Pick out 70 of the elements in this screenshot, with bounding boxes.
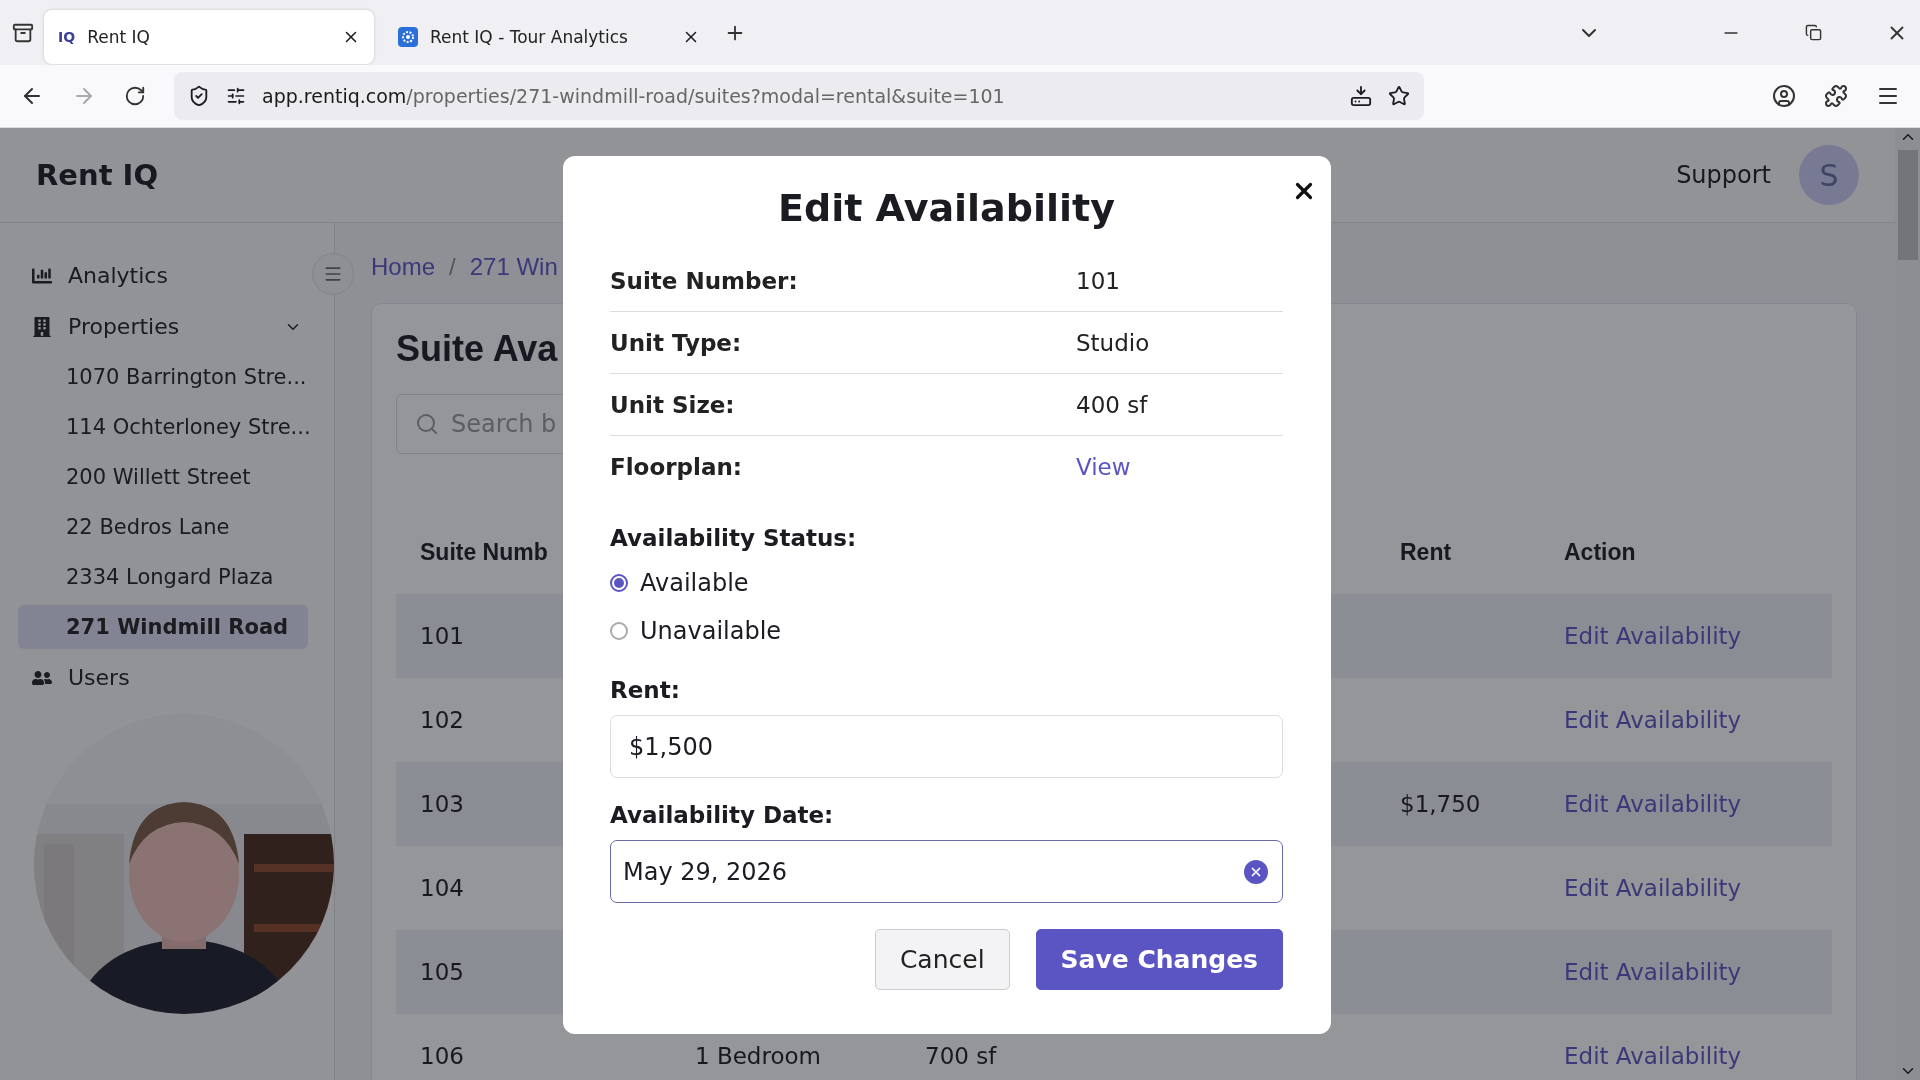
radio-option[interactable]: Available (610, 559, 1283, 607)
sidebar-item[interactable]: 22 Bedros Lane (18, 505, 308, 549)
column-header: Action (1564, 538, 1636, 566)
detail-label: Unit Type: (610, 329, 743, 356)
sidebar-item[interactable]: 114 Ochterloney Stre... (18, 405, 308, 449)
scrollbar-thumb[interactable] (1897, 150, 1918, 260)
detail-value: Studio (1076, 329, 1150, 356)
address-bar[interactable]: app.rentiq.com/properties/271-windmill-road/suites?modal=rental&suite=101 (174, 72, 1424, 120)
account-icon[interactable] (1772, 84, 1796, 108)
table-cell: 700 sf (925, 1043, 997, 1069)
restore-icon[interactable] (1805, 24, 1822, 41)
column-header: Rent (1400, 538, 1452, 566)
tab-favicon: IQ (58, 28, 76, 45)
view-link[interactable]: View (1076, 453, 1131, 480)
breadcrumb-link[interactable]: 271 Win (469, 253, 558, 281)
search-icon (415, 412, 439, 436)
cancel-button[interactable]: Cancel (874, 929, 1010, 990)
sidebar-item[interactable]: 200 Willett Street (18, 455, 308, 499)
table-cell: 101 (420, 623, 464, 649)
sidebar-item[interactable]: 271 Windmill Road (18, 605, 308, 649)
shield-icon[interactable] (188, 85, 210, 107)
detail-value: 101 (1076, 267, 1120, 294)
edit-link[interactable]: Edit Availability (1564, 791, 1742, 817)
save-button[interactable]: Save Changes (1035, 929, 1283, 990)
rent-input[interactable]: $1,500 (610, 715, 1283, 778)
sidebar-item[interactable]: 2334 Longard Plaza (18, 555, 308, 599)
table-cell: 105 (420, 959, 464, 985)
field-label: Availability Date: (610, 802, 835, 828)
browser-tab[interactable]: Rent IQ - Tour Analytics (384, 9, 714, 64)
edit-link[interactable]: Edit Availability (1564, 875, 1742, 901)
download-icon[interactable] (1350, 85, 1372, 107)
table-cell: 1 Bedroom (695, 1043, 821, 1069)
brand-name: Rent IQ (36, 158, 159, 192)
radio-option[interactable]: Unavailable (610, 607, 1283, 655)
url-text: app.rentiq.com/properties/271-windmill-road/suites?modal=rental&suite=101 (262, 85, 1006, 107)
browser-tab[interactable]: IQ Rent IQ (44, 9, 374, 64)
extensions-icon[interactable] (1824, 84, 1848, 108)
detail-label: Floorplan: (610, 453, 743, 480)
edit-link[interactable]: Edit Availability (1564, 1043, 1742, 1069)
sidebar-item[interactable]: Properties (18, 304, 316, 349)
edit-link[interactable]: Edit Availability (1564, 623, 1742, 649)
detail-label: Suite Number: (610, 267, 799, 294)
edit-link[interactable]: Edit Availability (1564, 959, 1742, 985)
star-icon[interactable] (1388, 85, 1410, 107)
breadcrumb-link[interactable]: Home (371, 253, 436, 281)
field-label: Rent: (610, 677, 681, 703)
table-cell: 103 (420, 791, 464, 817)
edit-link[interactable]: Edit Availability (1564, 707, 1742, 733)
sliders-icon[interactable] (226, 86, 246, 106)
building-icon (32, 316, 52, 337)
radio-button[interactable] (610, 622, 628, 640)
modal-title: Edit Availability (778, 186, 1115, 230)
table-cell: 104 (420, 875, 464, 901)
reload-icon[interactable] (124, 85, 146, 107)
table-cell: 106 (420, 1043, 464, 1069)
sidebar-item[interactable]: Analytics (18, 253, 316, 298)
table-cell: 102 (420, 707, 464, 733)
clear-icon[interactable] (1244, 859, 1268, 884)
support-link[interactable]: Support (1676, 161, 1771, 189)
radio-button[interactable] (610, 574, 628, 592)
table-cell: $1,750 (1400, 791, 1481, 817)
detail-label: Unit Size: (610, 391, 736, 418)
sidebar-item[interactable]: Users (18, 655, 316, 700)
date-input[interactable]: May 29, 2026 (610, 840, 1283, 903)
field-label: Availability Status: (610, 525, 858, 551)
breadcrumb-separator: / (449, 253, 456, 281)
sidebar-item[interactable]: 1070 Barrington Stre... (18, 355, 308, 399)
page-title: Suite Ava (396, 328, 558, 370)
column-header: Suite Numb (420, 538, 548, 566)
detail-value: 400 sf (1076, 391, 1148, 418)
